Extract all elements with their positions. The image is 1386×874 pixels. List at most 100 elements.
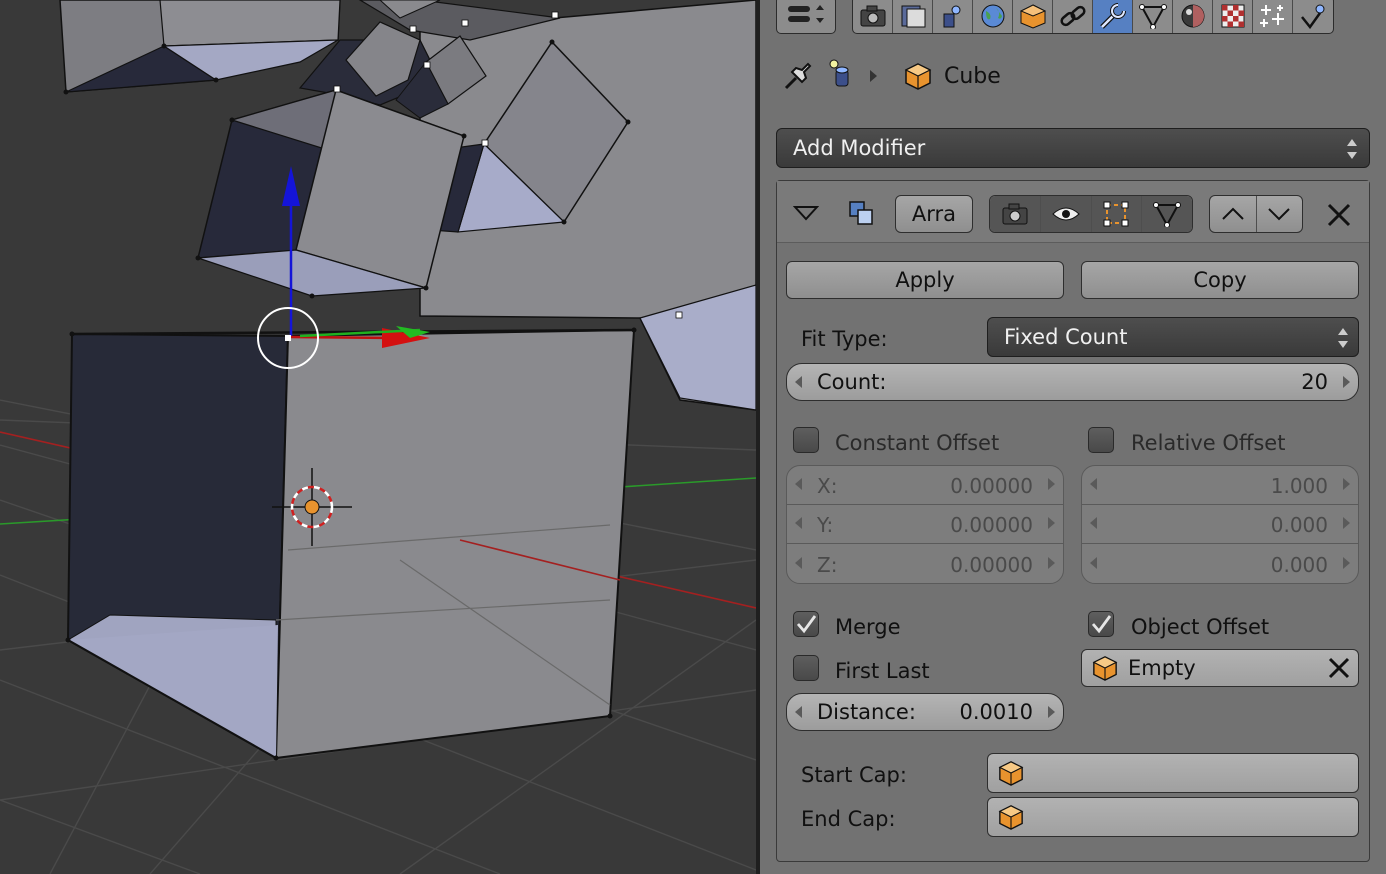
decrement-arrow-icon — [795, 517, 802, 529]
texture-icon[interactable] — [1213, 0, 1253, 33]
z-value: 0.000 — [1270, 553, 1328, 577]
editor-type-selector[interactable] — [776, 0, 836, 34]
decrement-arrow-icon[interactable] — [795, 376, 802, 388]
constant-offset-checkbox[interactable] — [793, 427, 819, 453]
viewport-eye-icon[interactable] — [1040, 196, 1092, 232]
checkmark-icon — [1091, 615, 1112, 634]
physics-icon[interactable] — [1293, 0, 1333, 33]
object-offset-checkbox[interactable] — [1088, 611, 1114, 637]
relative-offset-label: Relative Offset — [1131, 431, 1286, 455]
object-cube-icon — [998, 805, 1024, 830]
collapse-triangle-icon[interactable] — [792, 203, 820, 223]
scene-icon[interactable] — [933, 0, 973, 33]
decrement-arrow-icon[interactable] — [795, 706, 802, 718]
breadcrumb-object-name: Cube — [944, 64, 1001, 89]
move-buttons — [1209, 195, 1303, 233]
modifier-header: Arra — [777, 181, 1369, 243]
relative-offset-vector: 1.000 0.000 0.000 — [1081, 465, 1359, 584]
object-icon[interactable] — [1013, 0, 1053, 33]
remove-modifier-close-icon[interactable] — [1325, 201, 1353, 229]
scene-data-icon — [824, 58, 860, 94]
properties-editor-icon — [777, 0, 835, 33]
y-label: Y: — [817, 513, 834, 537]
apply-button[interactable]: Apply — [786, 261, 1064, 299]
increment-arrow-icon[interactable] — [1343, 376, 1350, 388]
relative-offset-checkbox[interactable] — [1088, 427, 1114, 453]
offset-object-name: Empty — [1128, 656, 1196, 680]
modifiers-icon[interactable] — [1093, 0, 1133, 33]
decrement-arrow-icon — [1090, 478, 1097, 490]
world-icon[interactable] — [973, 0, 1013, 33]
count-value: 20 — [1301, 370, 1328, 394]
cage-toggle-icon[interactable] — [1142, 196, 1192, 232]
z-label: Z: — [817, 553, 838, 577]
particles-icon[interactable] — [1253, 0, 1293, 33]
count-field[interactable]: Count: 20 — [786, 363, 1359, 401]
constraints-icon[interactable] — [1053, 0, 1093, 33]
object-cube-icon — [1092, 656, 1118, 681]
merge-checkbox[interactable] — [793, 611, 819, 637]
checkmark-icon — [796, 615, 817, 634]
decrement-arrow-icon — [1090, 557, 1097, 569]
merge-label: Merge — [835, 615, 901, 639]
move-down-icon[interactable] — [1257, 196, 1303, 232]
move-up-icon[interactable] — [1210, 196, 1257, 232]
constant-offset-y[interactable]: Y: 0.00000 — [787, 505, 1063, 544]
fit-type-label: Fit Type: — [801, 327, 888, 351]
array-modifier-panel: Arra Apply Copy Fit Type: Fixed Count Co… — [776, 180, 1370, 862]
distance-value: 0.0010 — [959, 700, 1033, 724]
apply-label: Apply — [895, 268, 955, 292]
constant-offset-vector: X: 0.00000 Y: 0.00000 Z: 0.00000 — [786, 465, 1064, 584]
editmode-toggle-icon[interactable] — [1091, 196, 1143, 232]
updown-arrows-icon — [1338, 328, 1348, 348]
properties-editor: Cube Add Modifier Arra Apply Copy Fit Ty… — [760, 0, 1386, 874]
increment-arrow-icon — [1343, 517, 1350, 529]
increment-arrow-icon — [1048, 517, 1055, 529]
z-value: 0.00000 — [950, 553, 1033, 577]
relative-offset-x[interactable]: 1.000 — [1082, 466, 1358, 505]
increment-arrow-icon — [1048, 557, 1055, 569]
modifier-name: Arra — [911, 202, 957, 226]
copy-button[interactable]: Copy — [1081, 261, 1359, 299]
constant-offset-z[interactable]: Z: 0.00000 — [787, 545, 1063, 583]
add-modifier-dropdown[interactable]: Add Modifier — [776, 128, 1370, 168]
relative-offset-y[interactable]: 0.000 — [1082, 505, 1358, 544]
distance-label: Distance: — [817, 700, 916, 724]
object-cube-icon — [904, 62, 934, 92]
y-value: 0.00000 — [950, 513, 1033, 537]
distance-field[interactable]: Distance: 0.0010 — [786, 693, 1064, 731]
object-offset-label: Object Offset — [1131, 615, 1270, 639]
render-toggle-icon[interactable] — [990, 196, 1041, 232]
decrement-arrow-icon — [1090, 517, 1097, 529]
breadcrumb-chevron-icon — [870, 70, 877, 82]
start-cap-label: Start Cap: — [801, 763, 907, 787]
count-label: Count: — [817, 370, 887, 394]
relative-offset-z[interactable]: 0.000 — [1082, 545, 1358, 583]
start-cap-field[interactable] — [987, 753, 1359, 793]
fit-type-value: Fixed Count — [1004, 325, 1128, 349]
viewport-scene — [0, 0, 756, 874]
first-last-checkbox[interactable] — [793, 655, 819, 681]
increment-arrow-icon — [1048, 478, 1055, 490]
decrement-arrow-icon — [795, 557, 802, 569]
clear-field-close-icon[interactable] — [1326, 655, 1352, 681]
render-icon[interactable] — [853, 0, 893, 33]
context-tabs — [852, 0, 1334, 34]
render-layers-icon[interactable] — [893, 0, 933, 33]
constant-offset-x[interactable]: X: 0.00000 — [787, 466, 1063, 505]
visibility-toggles — [989, 195, 1193, 233]
fit-type-dropdown[interactable]: Fixed Count — [987, 317, 1359, 357]
end-cap-field[interactable] — [987, 797, 1359, 837]
y-value: 0.000 — [1270, 513, 1328, 537]
decrement-arrow-icon — [795, 478, 802, 490]
material-icon[interactable] — [1173, 0, 1213, 33]
updown-arrows-icon — [1347, 139, 1357, 159]
data-icon[interactable] — [1133, 0, 1173, 33]
increment-arrow-icon[interactable] — [1048, 706, 1055, 718]
offset-object-field[interactable]: Empty — [1081, 649, 1359, 687]
pin-icon[interactable] — [780, 58, 820, 98]
x-value: 0.00000 — [950, 474, 1033, 498]
object-cube-icon — [998, 761, 1024, 786]
modifier-name-field[interactable]: Arra — [895, 195, 973, 233]
3d-viewport[interactable] — [0, 0, 756, 874]
